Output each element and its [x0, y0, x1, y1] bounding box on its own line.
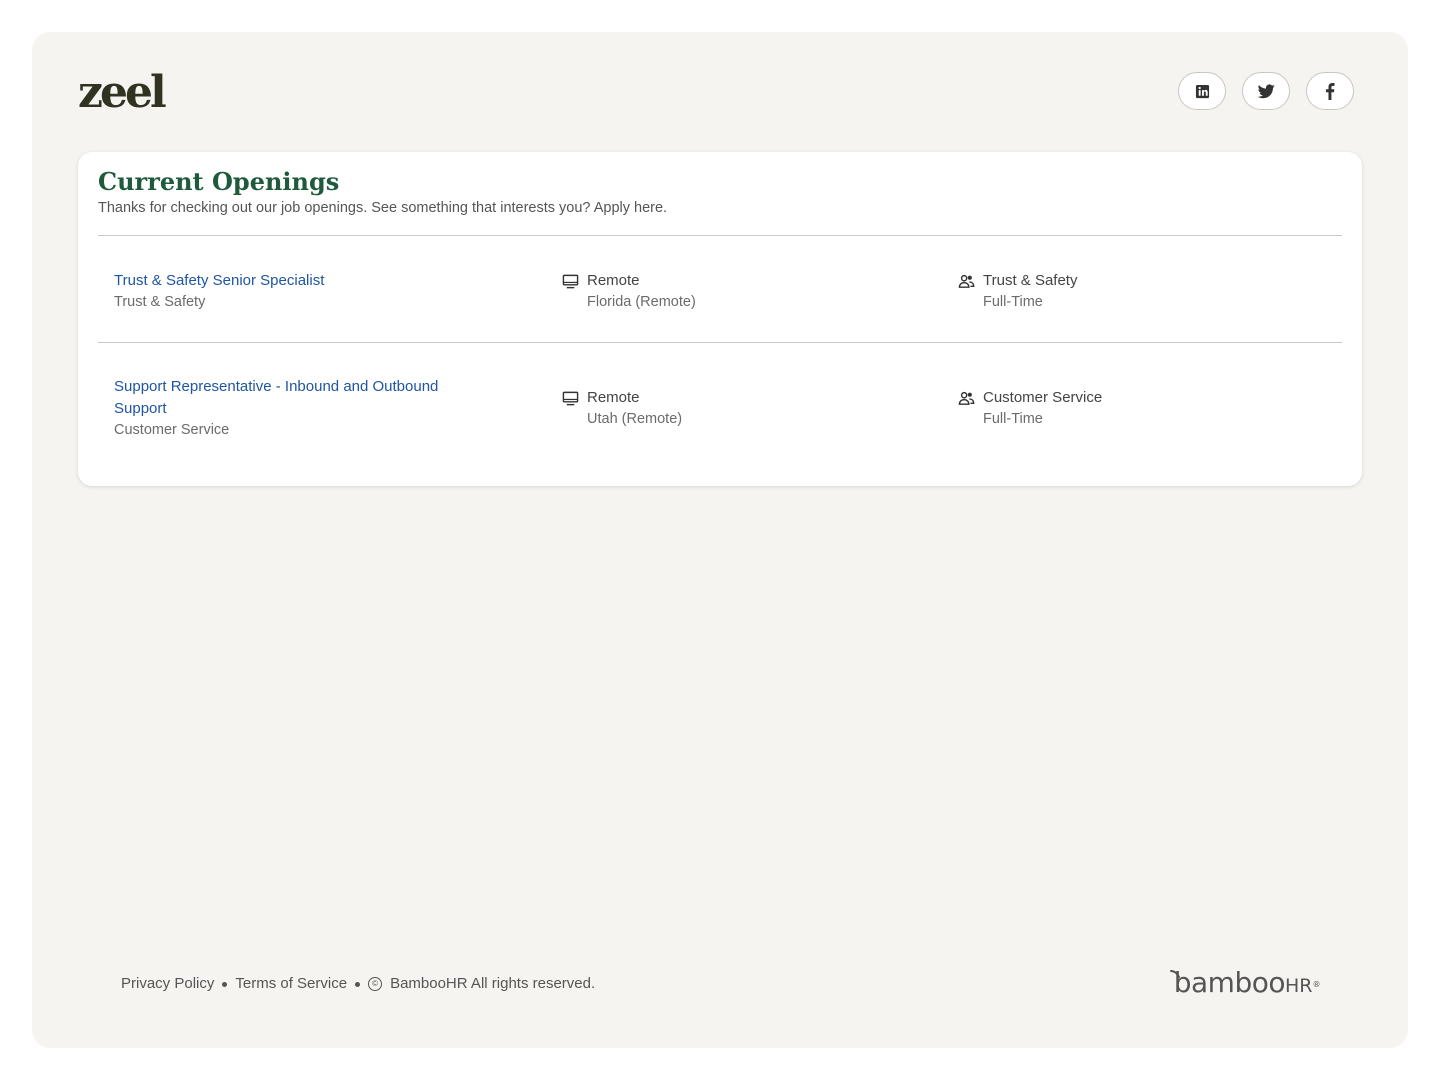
- job-team-column: Trust & Safety Full-Time: [958, 270, 1077, 312]
- brand-trademark: ®: [1312, 980, 1321, 989]
- twitter-button[interactable]: [1242, 72, 1290, 110]
- monitor-icon: [562, 274, 579, 288]
- facebook-button[interactable]: [1306, 72, 1354, 110]
- job-location: Florida (Remote): [587, 294, 696, 310]
- linkedin-icon: [1195, 84, 1209, 98]
- job-row: Trust & Safety Senior Specialist Trust &…: [98, 236, 1342, 342]
- monitor-icon: [562, 391, 579, 405]
- page-frame: zeel Current Openings Thanks for checkin…: [32, 32, 1408, 1048]
- separator-dot: [222, 981, 228, 987]
- leaf-icon: [1169, 970, 1180, 978]
- twitter-icon: [1257, 83, 1275, 98]
- job-title-link[interactable]: Support Representative - Inbound and Out…: [114, 376, 494, 420]
- footer: Privacy Policy Terms of Service © Bamboo…: [121, 972, 595, 996]
- page-subtitle: Thanks for checking out our job openings…: [98, 200, 668, 216]
- bamboohr-logo[interactable]: bamboo HR ®: [1169, 966, 1321, 999]
- job-location-column: Remote Florida (Remote): [562, 270, 696, 312]
- job-team: Trust & Safety: [983, 272, 1078, 289]
- job-department: Customer Service: [114, 422, 230, 438]
- location-type: Remote: [587, 272, 640, 289]
- people-icon: [958, 391, 975, 405]
- separator-dot: [355, 981, 361, 987]
- job-location: Utah (Remote): [587, 411, 683, 427]
- brand-name: bamboo: [1173, 966, 1286, 999]
- job-row: Support Representative - Inbound and Out…: [98, 343, 1342, 487]
- company-logo[interactable]: zeel: [78, 71, 167, 115]
- job-title-column: Trust & Safety Senior Specialist Trust &…: [114, 270, 494, 312]
- job-title-link[interactable]: Trust & Safety Senior Specialist: [114, 270, 494, 292]
- job-team-column: Customer Service Full-Time: [958, 387, 1102, 429]
- facebook-icon: [1325, 82, 1335, 100]
- social-links: [1178, 72, 1354, 110]
- job-team: Customer Service: [983, 389, 1103, 406]
- job-department: Trust & Safety: [114, 294, 206, 310]
- copyright-icon: ©: [368, 977, 383, 991]
- employment-type: Full-Time: [983, 294, 1043, 310]
- brand-hr: HR: [1285, 975, 1313, 997]
- openings-card: Current Openings Thanks for checking out…: [78, 152, 1362, 486]
- page-title: Current Openings: [98, 167, 340, 196]
- location-type: Remote: [587, 389, 640, 406]
- linkedin-button[interactable]: [1178, 72, 1226, 110]
- job-title-column: Support Representative - Inbound and Out…: [114, 376, 494, 440]
- terms-of-service-link[interactable]: Terms of Service: [235, 972, 347, 996]
- job-location-column: Remote Utah (Remote): [562, 387, 682, 429]
- people-icon: [958, 274, 975, 288]
- copyright-text: BambooHR All rights reserved.: [390, 975, 596, 992]
- employment-type: Full-Time: [983, 411, 1043, 427]
- header: zeel: [78, 71, 1354, 115]
- privacy-policy-link[interactable]: Privacy Policy: [121, 972, 214, 996]
